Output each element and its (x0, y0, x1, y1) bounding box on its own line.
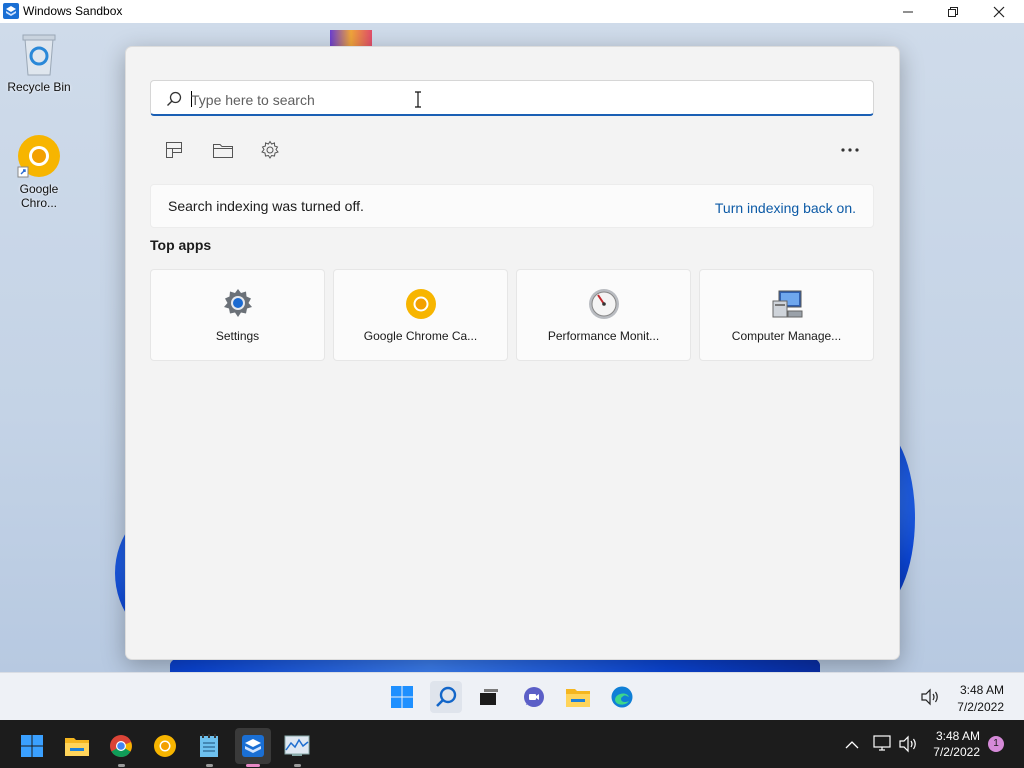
restore-button[interactable] (930, 0, 976, 23)
teams-chat-icon (524, 687, 544, 707)
guest-clock[interactable]: 3:48 AM 7/2/2022 (957, 682, 1004, 716)
network-button[interactable] (873, 734, 893, 757)
chrome-canary-icon (406, 289, 436, 319)
notepad-icon (200, 734, 218, 757)
top-app-label: Performance Monit... (547, 329, 660, 343)
search-icon (436, 686, 457, 707)
restore-icon (948, 6, 958, 17)
desktop-icon-label: Recycle Bin (7, 80, 71, 94)
folder-icon (213, 144, 233, 158)
task-view-icon (480, 689, 498, 705)
guest-taskbar: 3:48 AM 7/2/2022 (0, 672, 1024, 721)
desktop-icon-recycle-bin[interactable]: Recycle Bin (4, 31, 74, 94)
top-app-label: Computer Manage... (731, 329, 842, 343)
windows-sandbox-icon (3, 3, 19, 19)
minimize-icon (903, 11, 913, 12)
chrome-canary-icon (154, 735, 176, 757)
settings-filter-button[interactable] (257, 138, 283, 162)
computer-management-icon (772, 290, 803, 318)
top-app-chrome-canary[interactable]: Google Chrome Ca... (333, 269, 508, 361)
host-date: 7/2/2022 (933, 745, 980, 759)
guest-task-view-button[interactable] (473, 681, 505, 713)
host-start-button[interactable] (14, 728, 50, 764)
top-app-computer-management[interactable]: Computer Manage... (699, 269, 874, 361)
apps-filter-button[interactable] (161, 138, 187, 162)
host-notepad-button[interactable] (191, 728, 227, 767)
more-options-button[interactable] (837, 138, 863, 162)
top-app-performance-monitor[interactable]: Performance Monit... (516, 269, 691, 361)
documents-filter-button[interactable] (210, 138, 236, 162)
indexing-message: Search indexing was turned off. (168, 198, 364, 214)
start-icon (391, 686, 413, 708)
indexing-notice: Search indexing was turned off. Turn ind… (150, 184, 874, 228)
close-icon (993, 6, 1005, 17)
notification-badge[interactable]: 1 (988, 736, 1004, 752)
host-taskbar: 3:48 AM 7/2/2022 1 (0, 720, 1024, 768)
top-apps-heading: Top apps (150, 237, 212, 253)
host-chrome-button[interactable] (103, 728, 139, 767)
guest-edge-button[interactable] (606, 681, 638, 713)
chrome-icon (110, 735, 132, 757)
recycle-bin-icon (22, 34, 56, 76)
host-volume-button[interactable] (898, 735, 918, 758)
minimize-button[interactable] (885, 0, 931, 23)
running-indicator (118, 764, 125, 767)
top-app-label: Google Chrome Ca... (363, 329, 478, 343)
guest-volume-button[interactable] (920, 688, 940, 711)
guest-file-explorer-button[interactable] (562, 681, 594, 713)
search-icon (167, 91, 182, 106)
start-icon (21, 735, 43, 757)
file-explorer-icon (65, 738, 89, 756)
close-button[interactable] (976, 0, 1022, 23)
active-indicator (246, 764, 260, 767)
host-resource-monitor-button[interactable] (279, 728, 315, 767)
settings-gear-icon (224, 289, 252, 317)
host-windows-sandbox-button[interactable] (235, 728, 271, 767)
chrome-canary-icon (17, 135, 60, 178)
desktop-icon-chrome-canary[interactable]: Google Chro... (4, 133, 74, 210)
host-time: 3:48 AM (935, 729, 980, 743)
host-file-explorer-button[interactable] (59, 728, 95, 764)
edge-icon (611, 686, 633, 708)
host-title-bar[interactable]: Windows Sandbox (0, 0, 1024, 24)
search-flyout: Type here to search Search indexing was … (125, 46, 900, 660)
chevron-up-icon (845, 741, 859, 749)
performance-monitor-icon (589, 289, 619, 319)
apps-icon (166, 142, 182, 158)
windows-sandbox-icon (242, 735, 264, 757)
guest-search-button[interactable] (430, 681, 462, 713)
resource-monitor-icon (284, 735, 310, 756)
turn-indexing-on-link[interactable]: Turn indexing back on. (715, 200, 856, 216)
network-icon (873, 735, 891, 751)
guest-date: 7/2/2022 (957, 700, 1004, 714)
host-chrome-canary-button[interactable] (147, 728, 183, 764)
running-indicator (206, 764, 213, 767)
settings-gear-icon (261, 140, 279, 159)
guest-start-button[interactable] (386, 681, 418, 713)
text-cursor-icon (415, 91, 421, 108)
desktop-icon-label: Google Chro... (19, 182, 59, 210)
host-clock[interactable]: 3:48 AM 7/2/2022 (933, 728, 980, 760)
running-indicator (294, 764, 301, 767)
top-app-settings[interactable]: Settings (150, 269, 325, 361)
guest-chat-button[interactable] (518, 681, 550, 713)
top-app-label: Settings (215, 329, 260, 343)
more-icon (841, 148, 859, 152)
volume-icon (899, 735, 916, 753)
search-placeholder: Type here to search (191, 92, 315, 108)
guest-time: 3:48 AM (959, 683, 1004, 697)
search-input[interactable]: Type here to search (150, 80, 874, 116)
window-title: Windows Sandbox (23, 4, 123, 18)
show-hidden-icons-button[interactable] (845, 737, 859, 755)
file-explorer-icon (566, 689, 590, 707)
volume-icon (921, 688, 938, 706)
